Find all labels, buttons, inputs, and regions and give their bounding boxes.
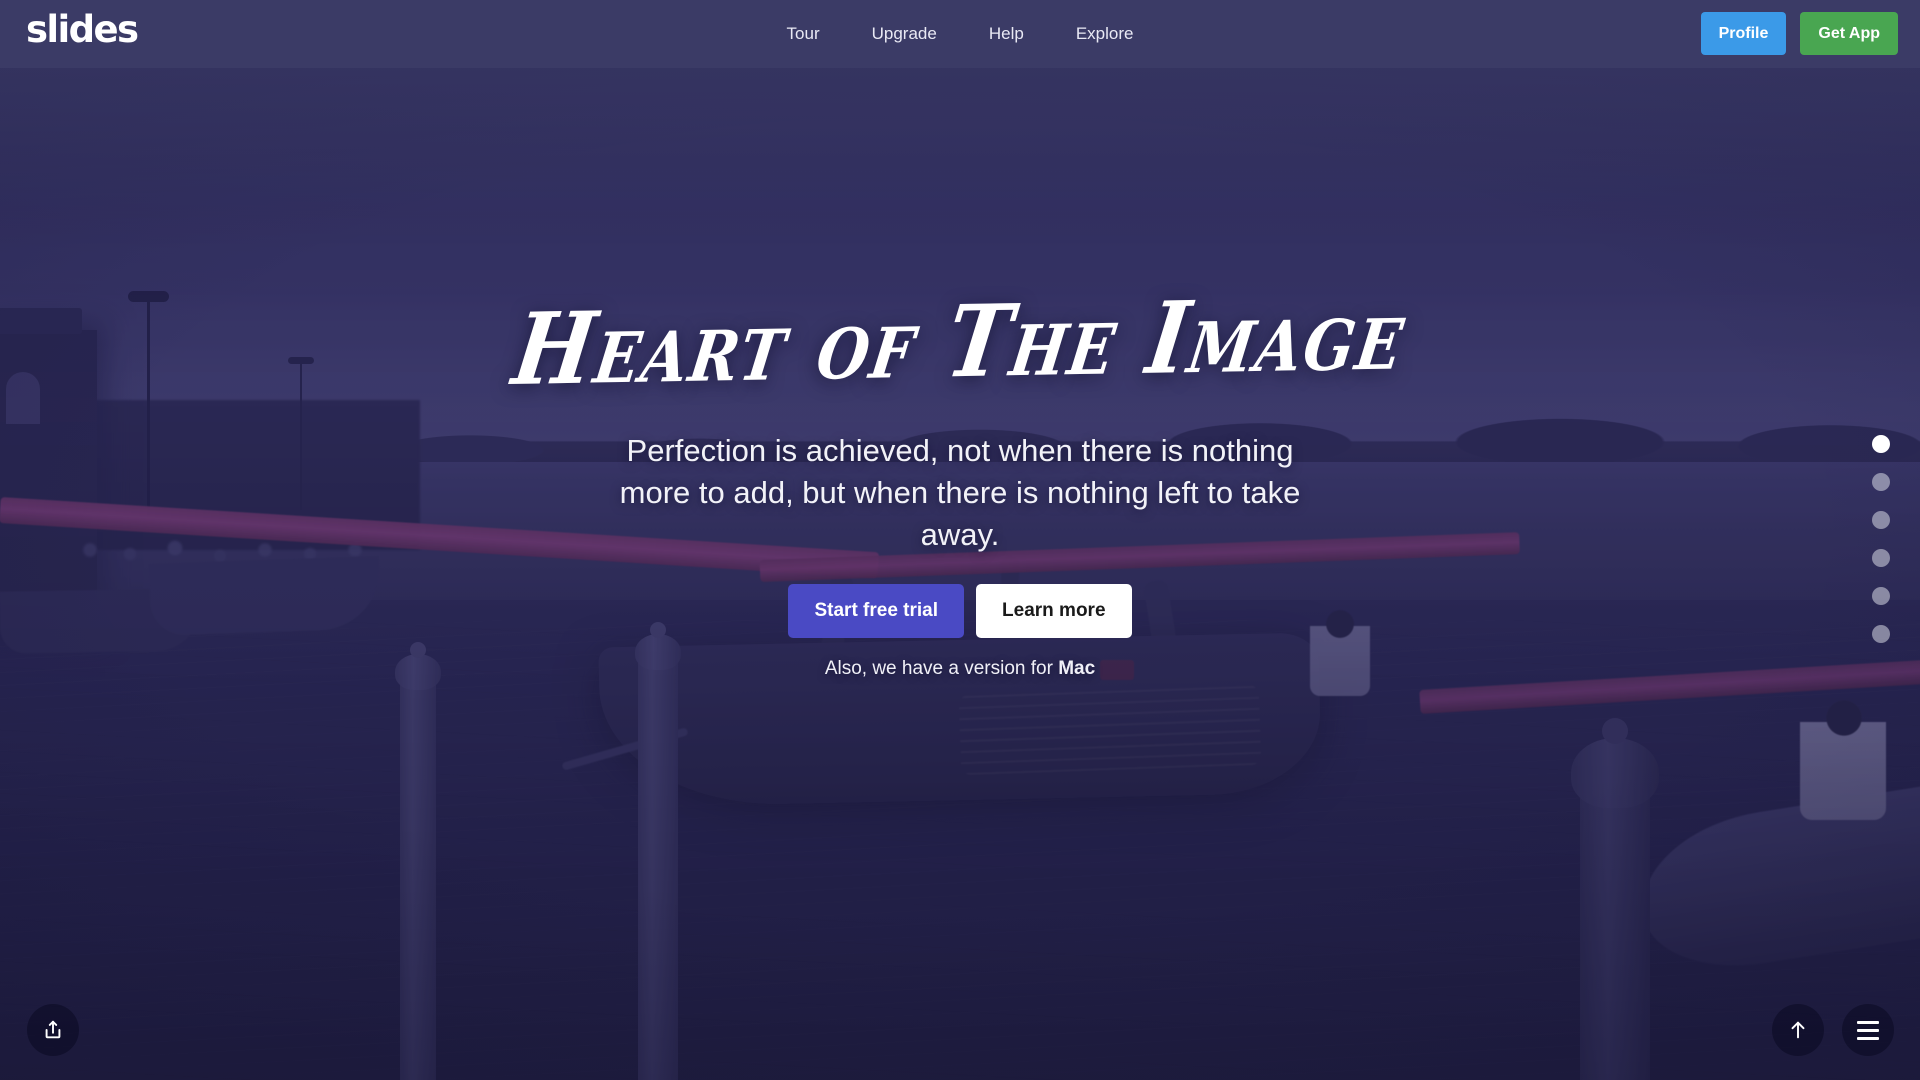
nav-item-help[interactable]: Help — [983, 20, 1030, 48]
get-app-button[interactable]: Get App — [1800, 12, 1898, 55]
learn-more-button[interactable]: Learn more — [976, 584, 1132, 639]
menu-button[interactable] — [1842, 1004, 1894, 1056]
slide-stage: slides Tour Upgrade Help Explore Profile… — [0, 0, 1920, 1080]
pagination-dot-6[interactable] — [1872, 625, 1890, 643]
start-free-trial-button[interactable]: Start free trial — [788, 584, 965, 639]
share-icon — [42, 1019, 64, 1041]
nav-item-explore[interactable]: Explore — [1070, 20, 1140, 48]
profile-button[interactable]: Profile — [1700, 12, 1787, 55]
arrow-up-icon — [1787, 1019, 1809, 1041]
pagination-dot-1[interactable] — [1872, 435, 1890, 453]
scroll-to-top-button[interactable] — [1772, 1004, 1824, 1056]
header-action-buttons: Profile Get App — [1700, 12, 1898, 55]
platform-footnote-name[interactable]: Mac — [1058, 658, 1095, 679]
slide-pagination — [1872, 435, 1890, 643]
top-header-bar: slides Tour Upgrade Help Explore Profile… — [0, 0, 1920, 68]
platform-footnote: Also, we have a version for Mac — [825, 658, 1095, 680]
share-button[interactable] — [27, 1004, 79, 1056]
pagination-dot-4[interactable] — [1872, 549, 1890, 567]
hero-subtitle: Perfection is achieved, not when there i… — [619, 433, 1301, 553]
cta-button-group: Start free trial Learn more — [788, 584, 1132, 639]
pagination-dot-5[interactable] — [1872, 587, 1890, 605]
hamburger-menu-icon — [1857, 1020, 1879, 1040]
primary-navigation: Tour Upgrade Help Explore — [0, 0, 1920, 68]
nav-item-tour[interactable]: Tour — [781, 20, 826, 48]
page-title: Heart of The Image — [506, 275, 1414, 408]
nav-item-upgrade[interactable]: Upgrade — [866, 20, 943, 48]
pagination-dot-2[interactable] — [1872, 473, 1890, 491]
pagination-dot-3[interactable] — [1872, 511, 1890, 529]
platform-footnote-prefix: Also, we have a version for — [824, 658, 1059, 680]
